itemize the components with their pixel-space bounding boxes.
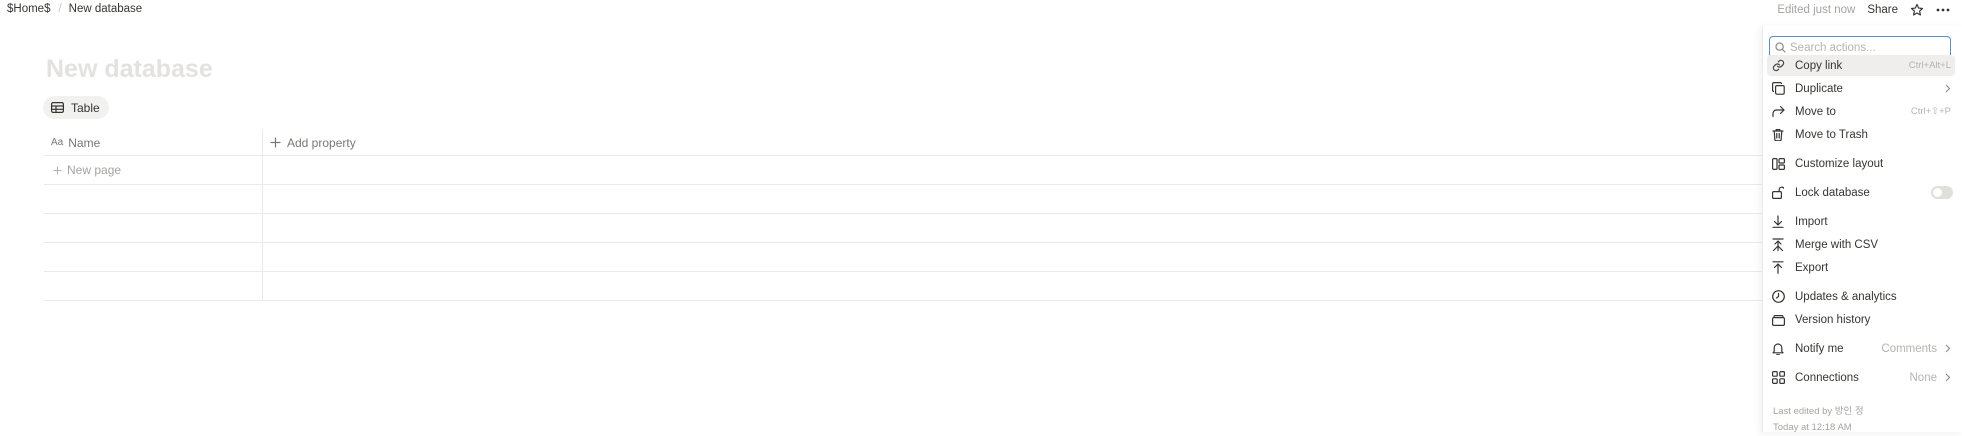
menu-item-export[interactable]: Export bbox=[1767, 257, 1955, 278]
table-row[interactable] bbox=[44, 185, 1764, 214]
search-actions-input[interactable] bbox=[1790, 38, 1940, 57]
text-property-icon: Aa bbox=[51, 137, 64, 148]
menu-item-label: Updates & analytics bbox=[1795, 290, 1897, 303]
table-cell[interactable] bbox=[44, 214, 263, 242]
plus-icon bbox=[53, 166, 62, 174]
menu-item-duplicate[interactable]: Duplicate bbox=[1767, 78, 1955, 99]
table-header: Aa Name Add property bbox=[44, 129, 1764, 156]
favorite-button[interactable] bbox=[1909, 2, 1925, 18]
view-tab-label: Table bbox=[71, 100, 100, 115]
merge-icon bbox=[1771, 238, 1785, 252]
shortcut-hint: Ctrl+Alt+L bbox=[1908, 60, 1951, 71]
column-header-label: Name bbox=[68, 135, 101, 150]
menu-item-updates-analytics[interactable]: Updates & analytics bbox=[1767, 286, 1955, 307]
ellipsis-icon bbox=[1936, 8, 1950, 12]
table-cell[interactable] bbox=[44, 243, 263, 271]
menu-item-notify-me[interactable]: Notify me Comments bbox=[1767, 338, 1955, 359]
column-header-name[interactable]: Aa Name bbox=[44, 129, 263, 156]
star-icon bbox=[1910, 3, 1924, 16]
breadcrumb-separator: / bbox=[58, 3, 62, 15]
menu-item-label: Duplicate bbox=[1795, 82, 1843, 95]
connections-icon bbox=[1771, 371, 1785, 385]
menu-item-label: Move to Trash bbox=[1795, 128, 1868, 141]
menu-item-move-to[interactable]: Move to Ctrl+⇧+P bbox=[1767, 101, 1955, 122]
lock-icon bbox=[1771, 186, 1785, 200]
breadcrumb-home[interactable]: $Home$ bbox=[7, 3, 50, 15]
table-row[interactable] bbox=[44, 243, 1764, 272]
top-actions: Edited just now Share bbox=[1777, 1, 1950, 19]
chevron-right-icon bbox=[1945, 373, 1951, 382]
export-icon bbox=[1771, 261, 1785, 275]
menu-item-import[interactable]: Import bbox=[1767, 211, 1955, 232]
menu-item-label: Version history bbox=[1795, 313, 1871, 326]
last-edited-by: Last edited by 방인 정 bbox=[1773, 406, 1864, 417]
menu-item-label: Import bbox=[1795, 215, 1828, 228]
search-icon bbox=[1775, 42, 1786, 53]
table-row[interactable] bbox=[44, 272, 1764, 301]
table-cell[interactable] bbox=[44, 272, 263, 300]
table-row[interactable] bbox=[44, 214, 1764, 243]
new-page-label: New page bbox=[67, 163, 122, 177]
table-row[interactable]: New page bbox=[44, 156, 1764, 185]
menu-item-label: Move to bbox=[1795, 105, 1836, 118]
breadcrumb-current[interactable]: New database bbox=[69, 3, 143, 15]
chevron-right-icon bbox=[1945, 344, 1951, 353]
last-edited-time: Today at 12:18 AM bbox=[1773, 422, 1852, 433]
menu-item-customize-layout[interactable]: Customize layout bbox=[1767, 153, 1955, 174]
connections-value: None bbox=[1909, 371, 1938, 384]
notify-value: Comments bbox=[1881, 342, 1937, 355]
menu-item-label: Lock database bbox=[1795, 186, 1870, 199]
bell-icon bbox=[1771, 342, 1785, 356]
menu-footer: Last edited by 방인 정 Today at 12:18 AM bbox=[1773, 404, 1864, 436]
chevron-right-icon bbox=[1945, 84, 1951, 93]
menu-item-label: Customize layout bbox=[1795, 157, 1884, 170]
move-to-icon bbox=[1771, 105, 1785, 119]
view-tab-table[interactable]: Table bbox=[43, 96, 109, 119]
menu-item-label: Export bbox=[1795, 261, 1829, 274]
clock-icon bbox=[1771, 290, 1785, 304]
menu-item-copy-link[interactable]: Copy link Ctrl+Alt+L bbox=[1767, 55, 1955, 76]
add-property-button[interactable]: Add property bbox=[263, 136, 356, 150]
breadcrumb: $Home$ / New database bbox=[7, 3, 142, 15]
plus-icon bbox=[270, 137, 281, 148]
menu-item-connections[interactable]: Connections None bbox=[1767, 367, 1955, 388]
more-options-button[interactable] bbox=[1936, 2, 1950, 18]
new-page-button[interactable]: New page bbox=[44, 156, 263, 184]
duplicate-icon bbox=[1771, 82, 1785, 96]
menu-item-label: Copy link bbox=[1795, 59, 1843, 72]
menu-item-label: Connections bbox=[1795, 371, 1859, 384]
page-title[interactable]: New database bbox=[46, 55, 213, 84]
menu-item-label: Merge with CSV bbox=[1795, 238, 1879, 251]
menu-item-version-history[interactable]: Version history bbox=[1767, 309, 1955, 330]
menu-item-merge-with-csv[interactable]: Merge with CSV bbox=[1767, 234, 1955, 255]
menu-item-move-to-trash[interactable]: Move to Trash bbox=[1767, 124, 1955, 145]
top-bar: $Home$ / New database Edited just now Sh… bbox=[0, 0, 1962, 20]
trash-icon bbox=[1771, 128, 1785, 142]
lock-toggle[interactable] bbox=[1931, 186, 1953, 199]
database-table: Aa Name Add property New page bbox=[44, 129, 1764, 301]
share-button[interactable]: Share bbox=[1867, 4, 1898, 16]
layout-icon bbox=[1771, 157, 1785, 171]
table-icon bbox=[51, 102, 64, 113]
menu-item-label: Notify me bbox=[1795, 342, 1844, 355]
link-icon bbox=[1771, 59, 1785, 73]
history-icon bbox=[1771, 313, 1785, 327]
edited-status: Edited just now bbox=[1777, 4, 1856, 16]
import-icon bbox=[1771, 215, 1785, 229]
shortcut-hint: Ctrl+⇧+P bbox=[1910, 106, 1951, 117]
actions-menu: Copy link Ctrl+Alt+L Duplicate Move to C… bbox=[1762, 26, 1962, 433]
table-cell[interactable] bbox=[44, 185, 263, 213]
menu-item-lock-database[interactable]: Lock database bbox=[1767, 182, 1955, 203]
add-property-label: Add property bbox=[287, 135, 356, 150]
